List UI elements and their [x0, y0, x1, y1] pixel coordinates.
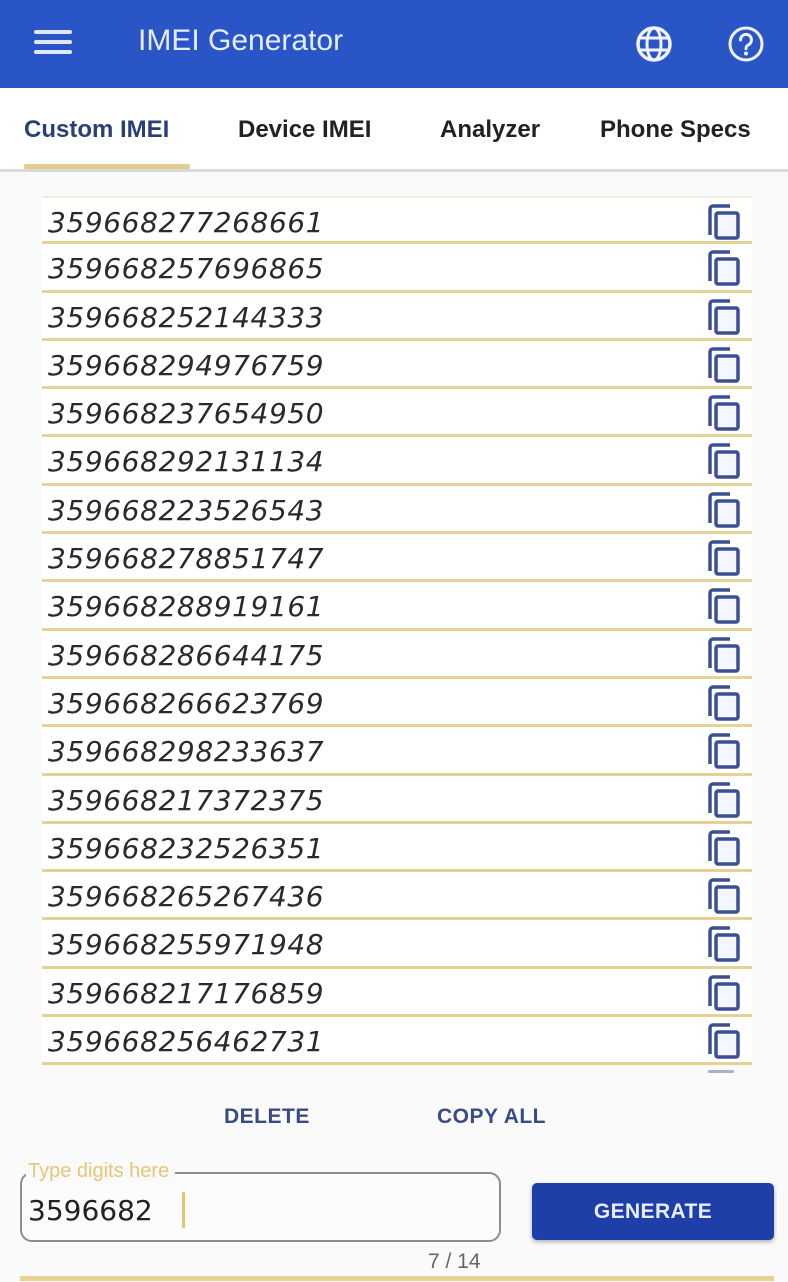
imei-value: 359668257696865 [48, 252, 325, 286]
active-tab-indicator [24, 164, 190, 169]
imei-value: 359668292131134 [48, 445, 325, 479]
imei-value: 359668256462731 [48, 1025, 325, 1059]
imei-row: 359668292131134 [42, 437, 752, 486]
imei-value: 359668266623769 [48, 686, 325, 720]
digits-input[interactable] [28, 1194, 488, 1227]
copy-icon[interactable] [706, 925, 742, 963]
imei-value: 359668288919161 [48, 590, 325, 624]
imei-row: 359668232526351 [42, 823, 752, 873]
character-counter: 7 / 14 [428, 1250, 481, 1273]
imei-value: 359668223526543 [48, 493, 325, 527]
imei-value: 359668298233637 [48, 735, 325, 769]
copy-all-button[interactable]: COPY ALL [437, 1105, 546, 1129]
imei-row: 359668256462731 [42, 1017, 752, 1066]
digits-field-label: Type digits here [26, 1160, 176, 1183]
copy-icon[interactable] [706, 298, 742, 336]
scroll-indicator [708, 1070, 734, 1073]
imei-value: 359668237654950 [48, 397, 325, 431]
imei-value: 359668277268661 [48, 206, 325, 239]
copy-icon[interactable] [706, 394, 742, 432]
copy-icon[interactable] [706, 491, 742, 529]
imei-row: 359668255971948 [42, 920, 752, 969]
app-title: IMEI Generator [138, 24, 344, 57]
tab-phone-specs[interactable]: Phone Specs [600, 116, 751, 144]
tab-analyzer[interactable]: Analyzer [440, 116, 540, 144]
imei-list[interactable]: 359668277268661 359668257696865 3596682521… [42, 196, 752, 1066]
imei-row: 359668265267436 [42, 872, 752, 921]
copy-icon[interactable] [706, 684, 742, 722]
imei-row: 359668252144333 [42, 292, 752, 341]
tab-bar: Custom IMEI Device IMEI Analyzer Phone S… [0, 88, 788, 172]
copy-icon[interactable] [706, 636, 742, 674]
copy-icon[interactable] [706, 539, 742, 577]
imei-row: 359668266623769 [42, 678, 752, 728]
imei-value: 359668294976759 [48, 348, 325, 382]
copy-icon[interactable] [706, 203, 742, 241]
copy-icon[interactable] [706, 346, 742, 384]
copy-icon[interactable] [706, 442, 742, 480]
copy-icon[interactable] [706, 249, 742, 287]
imei-row: 359668217176859 [42, 968, 752, 1018]
imei-row: 359668294976759 [42, 340, 752, 390]
copy-icon[interactable] [706, 974, 742, 1012]
imei-row: 359668257696865 [42, 244, 752, 293]
copy-icon[interactable] [706, 877, 742, 915]
imei-value: 359668252144333 [48, 300, 325, 334]
imei-value: 359668217176859 [48, 976, 325, 1010]
app-bar: IMEI Generator [0, 0, 788, 88]
tab-device-imei[interactable]: Device IMEI [238, 116, 371, 144]
imei-value: 359668286644175 [48, 638, 325, 672]
imei-value: 359668217372375 [48, 783, 325, 817]
imei-value: 359668232526351 [48, 831, 325, 865]
help-circle-icon[interactable] [726, 24, 766, 64]
copy-icon[interactable] [706, 587, 742, 625]
imei-row: 359668223526543 [42, 485, 752, 535]
delete-button[interactable]: DELETE [224, 1105, 310, 1129]
imei-value: 359668255971948 [48, 928, 325, 962]
copy-icon[interactable] [706, 829, 742, 867]
copy-icon[interactable] [706, 732, 742, 770]
imei-row: 359668277268661 [42, 196, 752, 245]
imei-row: 359668237654950 [42, 389, 752, 438]
hamburger-menu-icon[interactable] [34, 28, 74, 58]
copy-icon[interactable] [706, 1022, 742, 1060]
tab-custom-imei[interactable]: Custom IMEI [24, 116, 169, 144]
text-caret [182, 1192, 185, 1228]
imei-value: 359668278851747 [48, 542, 325, 576]
imei-value: 359668265267436 [48, 880, 325, 914]
bottom-divider [20, 1276, 774, 1281]
imei-row: 359668278851747 [42, 534, 752, 583]
imei-row: 359668288919161 [42, 582, 752, 631]
generate-button[interactable]: GENERATE [532, 1183, 774, 1240]
globe-icon[interactable] [634, 24, 674, 64]
imei-row: 359668298233637 [42, 727, 752, 776]
imei-row: 359668286644175 [42, 630, 752, 679]
copy-icon[interactable] [706, 781, 742, 819]
imei-row: 359668217372375 [42, 775, 752, 824]
